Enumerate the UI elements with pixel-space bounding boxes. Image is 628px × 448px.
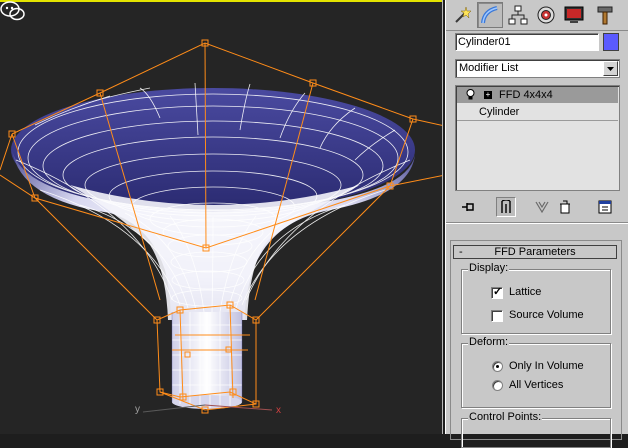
source-volume-label[interactable]: Source Volume <box>509 309 584 321</box>
stack-toolbar <box>455 197 620 217</box>
make-unique-button[interactable] <box>532 197 552 217</box>
utilities-hammer-icon <box>597 6 613 25</box>
modifier-list-dropdown[interactable]: Modifier List <box>455 59 620 78</box>
motion-tab[interactable] <box>533 2 559 28</box>
object-color-swatch[interactable] <box>603 33 619 51</box>
remove-modifier-button[interactable] <box>555 197 575 217</box>
display-group-title: Display: <box>468 262 510 274</box>
configure-modifier-sets-button[interactable] <box>595 197 615 217</box>
control-points-group: Control Points: <box>461 411 611 448</box>
lattice-checkbox[interactable]: ✓ <box>491 286 503 299</box>
modify-bend-icon <box>481 6 498 24</box>
checkmark-icon: ✓ <box>493 286 503 298</box>
deform-group-title: Deform: <box>468 336 510 348</box>
pin-stack-button[interactable] <box>458 197 478 217</box>
display-group: Display: <box>461 262 611 334</box>
rollout-title: FFD Parameters <box>494 246 576 258</box>
command-panel: Cylinder01 Modifier List + FFD 4x4x4 Cyl… <box>445 0 628 448</box>
perspective-viewport[interactable]: x y hotung <box>0 0 443 434</box>
pin-stack-icon <box>462 203 474 211</box>
stack-item-cylinder-label: Cylinder <box>479 106 520 118</box>
display-tab[interactable] <box>561 2 587 28</box>
expand-plus-icon[interactable]: + <box>484 91 492 99</box>
rollout-header-ffd-parameters[interactable]: - FFD Parameters <box>453 245 617 259</box>
lattice-label[interactable]: Lattice <box>509 286 541 298</box>
ffd-lattice-scene[interactable]: x y <box>0 0 443 434</box>
modifier-stack[interactable]: + FFD 4x4x4 Cylinder <box>455 85 620 191</box>
stack-item-ffd-label: FFD 4x4x4 <box>499 89 553 101</box>
show-end-result-button[interactable] <box>496 197 516 217</box>
divider-highlight <box>446 223 628 224</box>
modify-tab[interactable] <box>477 2 503 28</box>
stack-item-cylinder[interactable]: Cylinder <box>457 104 618 121</box>
only-in-volume-label[interactable]: Only In Volume <box>509 360 584 372</box>
modifier-list-label: Modifier List <box>459 62 519 74</box>
dropdown-arrow-button[interactable] <box>603 61 618 76</box>
wechat-icon <box>0 1 25 21</box>
all-vertices-radio[interactable] <box>492 380 503 391</box>
control-points-group-title: Control Points: <box>468 411 543 423</box>
create-wand-icon <box>455 6 472 23</box>
radio-selected-dot <box>496 365 499 368</box>
lightbulb-toggle-icon[interactable] <box>466 89 475 101</box>
hierarchy-tab[interactable] <box>505 2 531 28</box>
object-name-field[interactable]: Cylinder01 <box>455 33 599 51</box>
create-tab[interactable] <box>449 2 475 28</box>
make-unique-icon <box>535 201 549 213</box>
hierarchy-icon <box>508 5 528 25</box>
source-volume-checkbox[interactable] <box>491 310 503 322</box>
remove-modifier-icon <box>560 200 570 214</box>
collapse-minus-icon[interactable]: - <box>459 246 463 258</box>
show-end-result-icon <box>501 200 511 213</box>
chevron-down-icon <box>607 66 614 71</box>
all-vertices-label[interactable]: All Vertices <box>509 379 563 391</box>
motion-icon <box>537 6 555 24</box>
configure-sets-icon <box>598 200 612 214</box>
axis-y-label: y <box>135 404 140 415</box>
axis-x-label: x <box>276 405 281 416</box>
display-monitor-icon <box>564 6 584 23</box>
stack-item-ffd[interactable]: + FFD 4x4x4 <box>457 87 618 103</box>
deform-group: Deform: <box>461 336 611 408</box>
only-in-volume-radio[interactable] <box>492 361 503 372</box>
utilities-tab[interactable] <box>592 2 618 28</box>
command-panel-tabs <box>446 0 628 31</box>
